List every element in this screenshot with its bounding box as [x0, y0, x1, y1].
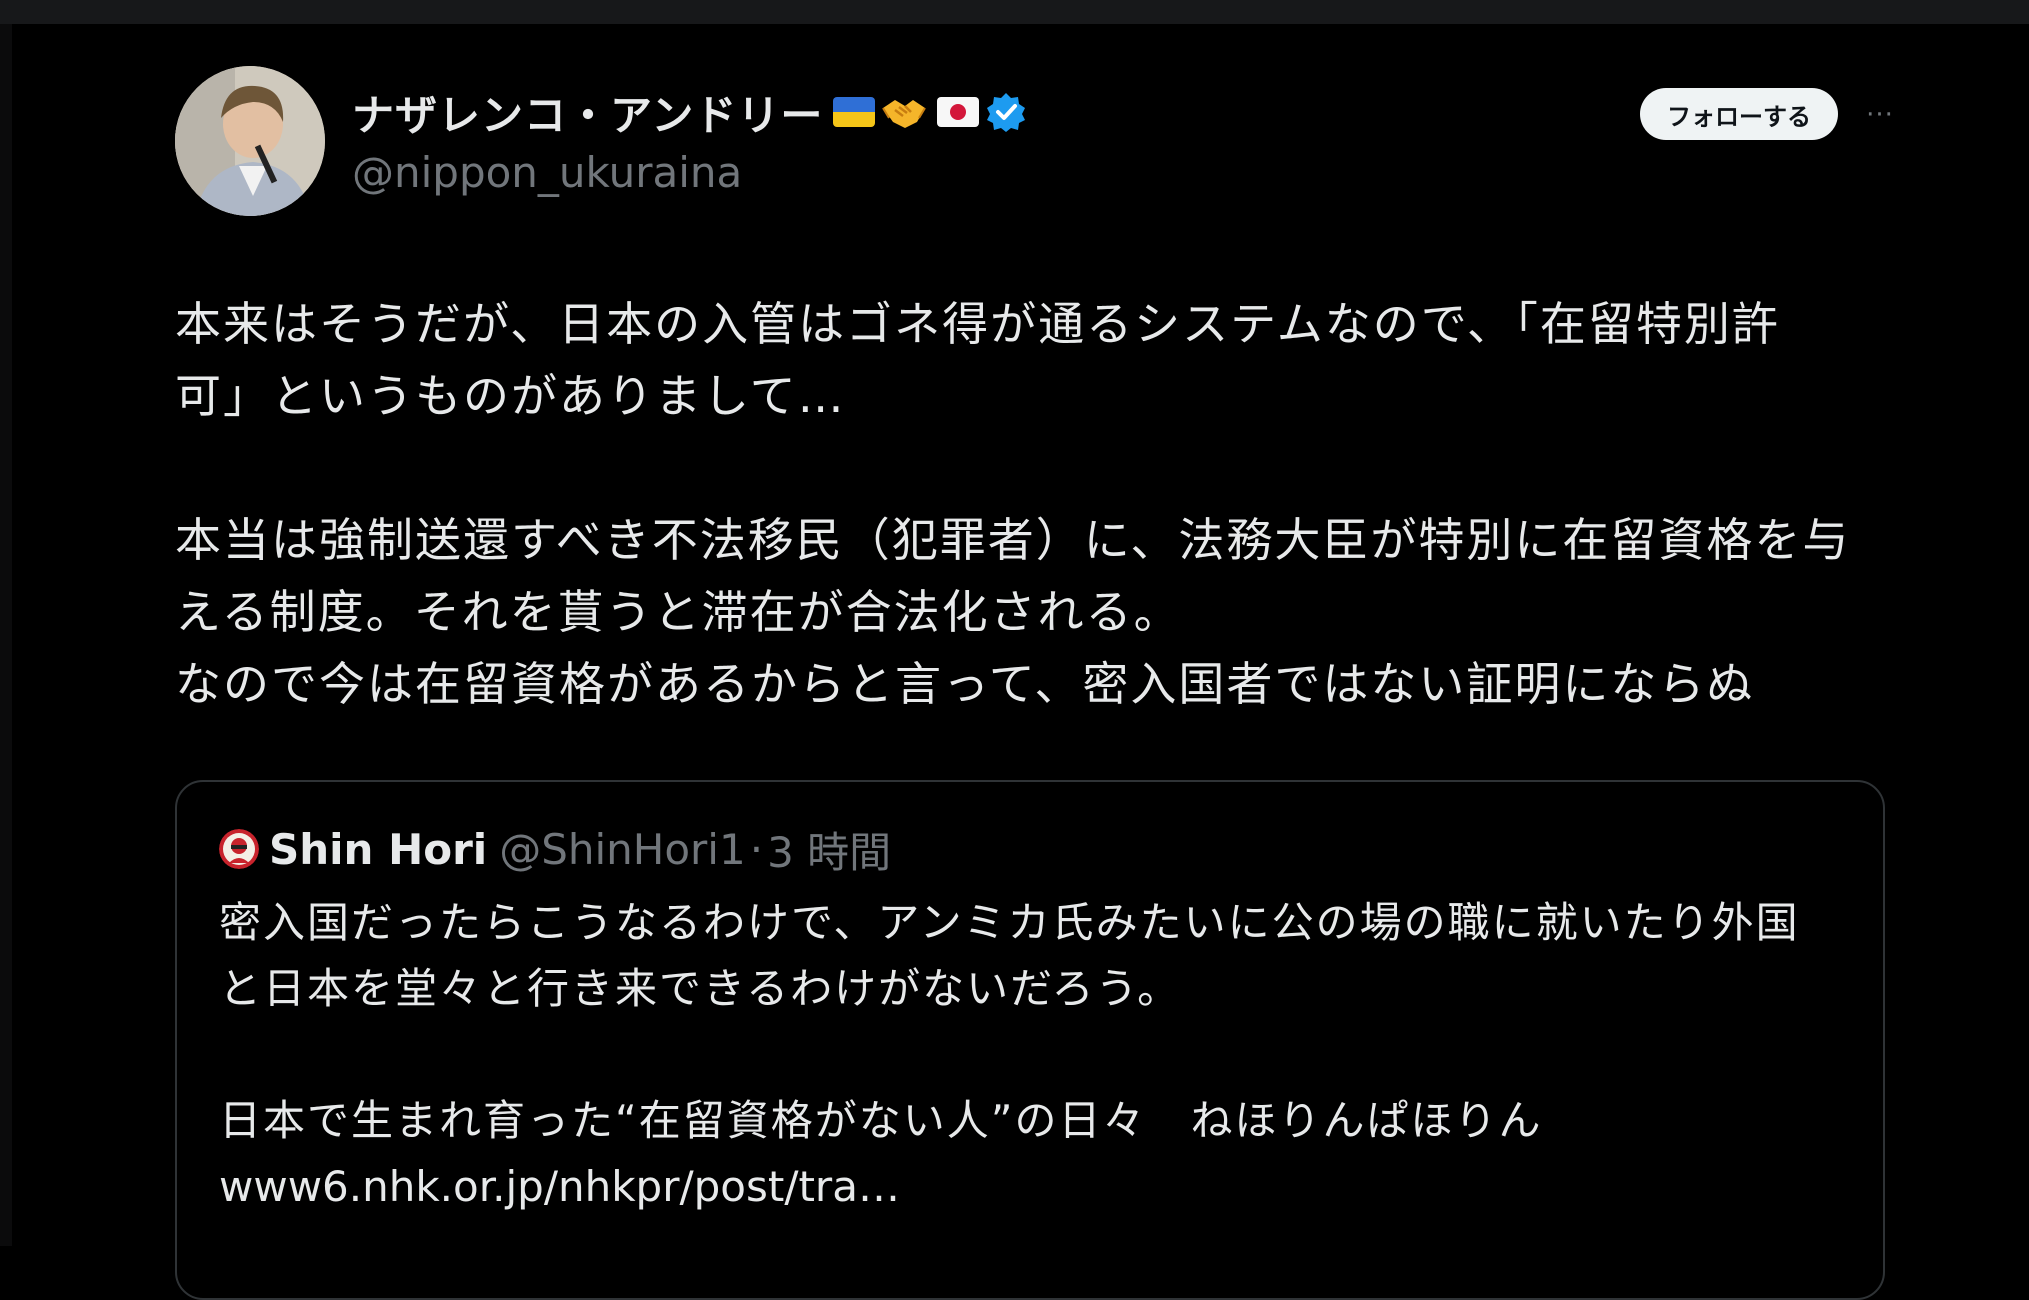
tweet-text-line: なので今は在留資格があるからと言って、密入国者ではない証明にならぬ [175, 657, 1755, 711]
quoted-tweet-header: Shin Hori @ShinHori1 · 3 時間 [219, 822, 891, 877]
quoted-text-line: 日本で生まれ育った“在留資格がない人”の日々 ねほりんぱほりん [219, 1096, 1543, 1145]
more-options-button[interactable]: ··· [1855, 90, 1905, 140]
tweet-text-line: 本当は強制送還すべき不法移民（犯罪者）に、法務大臣が特別に在留資格を与 [175, 513, 1851, 567]
author-avatar[interactable] [175, 66, 325, 216]
author-name-row: ナザレンコ・アンドリー [352, 82, 1027, 142]
quoted-tweet-text: 密入国だったらこうなるわけで、アンミカ氏みたいに公の場の職に就いたり外国 と日本… [219, 890, 1859, 1220]
quoted-author-avatar[interactable] [219, 829, 259, 869]
tweet-text-line: える制度。それを貰うと滞在が合法化される。 [175, 585, 1182, 639]
quoted-tweet-card[interactable]: Shin Hori @ShinHori1 · 3 時間 密入国だったらこうなるわ… [175, 780, 1885, 1300]
japan-flag-icon [937, 97, 980, 127]
quoted-separator: · [749, 824, 764, 874]
tweet-text-line: 可」というものがありまして… [175, 369, 846, 423]
author-display-name[interactable]: ナザレンコ・アンドリー [352, 82, 823, 143]
quoted-text-line: と日本を堂々と行き来できるわけがないだろう。 [219, 964, 1182, 1013]
quoted-text-line: 密入国だったらこうなるわけで、アンミカ氏みたいに公の場の職に就いたり外国 [219, 898, 1800, 947]
quoted-timestamp[interactable]: 3 時間 [767, 819, 891, 880]
left-edge-panel [0, 24, 12, 1246]
author-avatar-image [175, 66, 325, 216]
quoted-author-handle[interactable]: @ShinHori1 [499, 825, 746, 874]
follow-button[interactable]: フォローする [1640, 88, 1838, 140]
tweet-text-line: 本来はそうだが、日本の入管はゴネ得が通るシステムなので、「在留特別許 [175, 297, 1780, 351]
quoted-author-name[interactable]: Shin Hori [269, 825, 487, 874]
handshake-icon [881, 92, 927, 132]
tweet: ナザレンコ・アンドリー @nippon_ukuraina フォローする ··· … [175, 60, 1893, 1300]
window-top-bar [0, 0, 2029, 24]
quoted-link[interactable]: www6.nhk.or.jp/nhkpr/post/tra… [219, 1154, 1859, 1220]
ukraine-flag-icon [833, 97, 876, 127]
tweet-text: 本来はそうだが、日本の入管はゴネ得が通るシステムなので、「在留特別許 可」という… [175, 288, 1890, 720]
author-handle[interactable]: @nippon_ukuraina [352, 148, 742, 197]
verified-badge-icon [985, 91, 1027, 133]
